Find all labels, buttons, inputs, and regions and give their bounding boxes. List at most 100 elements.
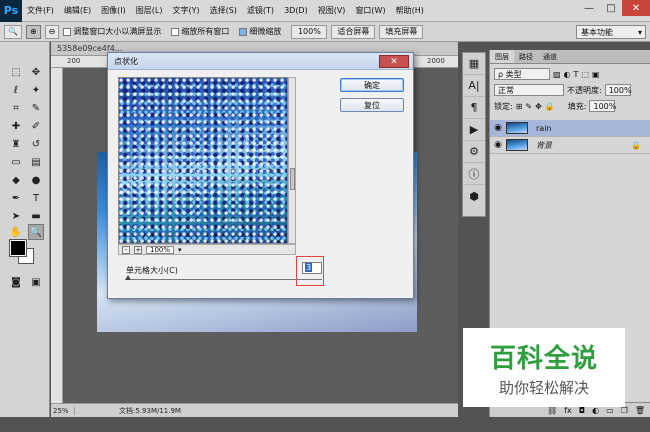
fill-screen-button[interactable]: 填充屏幕 bbox=[379, 24, 424, 39]
collapsed-panels-column: ▦ A| ¶ ▶ ⚙ ⓘ ⬢ bbox=[462, 52, 486, 217]
adjustment-filter-icon[interactable]: ◐ bbox=[564, 70, 571, 79]
eraser-tool-icon[interactable]: ▭ bbox=[8, 154, 24, 170]
search-icon: ρ bbox=[498, 69, 504, 79]
layer-filter-row: ρ 类型 ▨ ◐ T ⬚ ▣ bbox=[490, 66, 650, 82]
history-brush-tool-icon[interactable]: ↺ bbox=[28, 136, 44, 152]
layer-row-background[interactable]: ◉ 背景 🔒 bbox=[490, 137, 650, 154]
zoom-all-checkbox[interactable]: 缩放所有窗口 bbox=[171, 26, 229, 37]
scrollbar-thumb[interactable] bbox=[290, 168, 295, 190]
blend-mode-select[interactable]: 正常 bbox=[494, 84, 564, 96]
zoom-in-icon[interactable]: ⊕ bbox=[25, 24, 41, 39]
workspace-select[interactable]: 基本功能 ▾ bbox=[576, 25, 646, 39]
3d-panel-icon[interactable]: ⬢ bbox=[463, 185, 485, 207]
shape-filter-icon[interactable]: ⬚ bbox=[581, 70, 589, 79]
opacity-input[interactable]: 100% bbox=[604, 84, 632, 96]
watermark-subtitle: 助你轻松解决 bbox=[498, 378, 589, 397]
dialog-close-button[interactable]: ✕ bbox=[379, 55, 409, 68]
paragraph-panel-icon[interactable]: ¶ bbox=[463, 97, 485, 119]
close-window-button[interactable]: ✕ bbox=[622, 0, 650, 16]
watermark-logo: 百科全说 助你轻松解决 bbox=[463, 328, 625, 407]
pen-tool-icon[interactable]: ✒ bbox=[8, 190, 24, 206]
dialog-title-bar[interactable]: 点状化 bbox=[108, 53, 413, 70]
healing-brush-tool-icon[interactable]: ✚ bbox=[8, 118, 24, 134]
gradient-tool-icon[interactable]: ▤ bbox=[28, 154, 44, 170]
move-tool-icon[interactable]: ✥ bbox=[28, 64, 44, 80]
stamp-tool-icon[interactable]: ♜ bbox=[8, 136, 24, 152]
chevron-down-icon[interactable]: ▾ bbox=[178, 246, 182, 254]
fill-input[interactable]: 100% bbox=[589, 100, 616, 112]
menu-type[interactable]: 文字(Y) bbox=[167, 5, 204, 16]
cell-size-slider-track[interactable] bbox=[126, 279, 322, 280]
menu-window[interactable]: 窗口(W) bbox=[350, 5, 390, 16]
menu-filter[interactable]: 滤镜(T) bbox=[242, 5, 279, 16]
blur-tool-icon[interactable]: ◆ bbox=[8, 172, 24, 188]
menu-edit[interactable]: 编辑(E) bbox=[59, 5, 96, 16]
menu-3d[interactable]: 3D(D) bbox=[279, 6, 313, 15]
fit-screen-button[interactable]: 适合屏幕 bbox=[331, 24, 376, 39]
lock-position-icon[interactable]: ✥ bbox=[535, 102, 542, 111]
filter-preview[interactable] bbox=[118, 77, 288, 244]
cell-size-label: 单元格大小(C) bbox=[126, 266, 178, 275]
lock-paint-icon[interactable]: ✎ bbox=[525, 102, 532, 111]
history-panel-icon[interactable]: ▦ bbox=[463, 53, 485, 75]
zoom-100-button[interactable]: 100% bbox=[291, 24, 328, 39]
menu-view[interactable]: 视图(V) bbox=[313, 5, 351, 16]
preview-scrollbar[interactable] bbox=[288, 77, 296, 244]
visibility-eye-icon[interactable]: ◉ bbox=[490, 140, 506, 150]
marquee-tool-icon[interactable]: ⬚ bbox=[8, 64, 24, 80]
ok-button[interactable]: 确定 bbox=[340, 78, 404, 92]
brush-tool-icon[interactable]: ✐ bbox=[28, 118, 44, 134]
tab-paths[interactable]: 路径 bbox=[514, 50, 538, 63]
smart-object-filter-icon[interactable]: ▣ bbox=[592, 70, 600, 79]
magic-wand-tool-icon[interactable]: ✦ bbox=[28, 82, 44, 98]
trash-icon[interactable]: 🗑 bbox=[635, 406, 645, 415]
visibility-eye-icon[interactable]: ◉ bbox=[490, 123, 506, 133]
menu-layer[interactable]: 图层(L) bbox=[131, 5, 168, 16]
opacity-label: 不透明度: bbox=[567, 85, 602, 95]
foreground-color-swatch[interactable] bbox=[9, 239, 27, 257]
eyedropper-tool-icon[interactable]: ✎ bbox=[28, 100, 44, 116]
quick-mask-icon[interactable]: ◙ bbox=[8, 274, 24, 290]
type-tool-icon[interactable]: T bbox=[28, 190, 44, 206]
crop-tool-icon[interactable]: ⌗ bbox=[8, 100, 24, 116]
scrubby-zoom-checkbox[interactable]: 细微缩放 bbox=[239, 26, 281, 37]
type-filter-icon[interactable]: T bbox=[574, 70, 579, 79]
pixel-filter-icon[interactable]: ▨ bbox=[553, 70, 561, 79]
zoom-in-button[interactable]: + bbox=[134, 245, 142, 254]
lasso-tool-icon[interactable]: ℓ bbox=[8, 82, 24, 98]
tab-layers[interactable]: 图层 bbox=[490, 50, 514, 63]
hand-tool-icon[interactable]: ✋ bbox=[8, 224, 24, 240]
zoom-out-icon[interactable]: ⊖ bbox=[44, 24, 60, 39]
document-size-info[interactable]: 文档:5.93M/11.9M bbox=[75, 406, 181, 416]
minimize-button[interactable]: — bbox=[578, 0, 600, 16]
path-selection-tool-icon[interactable]: ➤ bbox=[8, 208, 24, 224]
dodge-tool-icon[interactable]: ● bbox=[28, 172, 44, 188]
cell-size-slider-thumb[interactable] bbox=[125, 275, 131, 280]
menu-file[interactable]: 文件(F) bbox=[22, 5, 59, 16]
zoom-tool-icon[interactable]: 🔍 bbox=[28, 224, 44, 240]
zoom-level[interactable]: 25% bbox=[51, 406, 75, 415]
menu-select[interactable]: 选择(S) bbox=[205, 5, 242, 16]
menu-image[interactable]: 图像(I) bbox=[96, 5, 131, 16]
menu-help[interactable]: 帮助(H) bbox=[391, 5, 429, 16]
lock-pixels-icon[interactable]: ⊞ bbox=[516, 102, 523, 111]
properties-panel-icon[interactable]: ⚙ bbox=[463, 141, 485, 163]
info-panel-icon[interactable]: ⓘ bbox=[463, 163, 485, 185]
fill-label: 填充: bbox=[567, 101, 587, 111]
shape-tool-icon[interactable]: ▬ bbox=[28, 208, 44, 224]
preview-zoom-select[interactable]: 100% bbox=[146, 245, 175, 254]
kind-filter-select[interactable]: ρ 类型 bbox=[494, 68, 550, 80]
zoom-out-button[interactable]: - bbox=[122, 245, 130, 254]
screen-mode-icon[interactable]: ▣ bbox=[28, 274, 44, 290]
actions-panel-icon[interactable]: ▶ bbox=[463, 119, 485, 141]
layer-row-rain[interactable]: ◉ rain bbox=[490, 120, 650, 137]
zoom-tool-preset-icon[interactable]: 🔍 bbox=[4, 24, 22, 39]
character-panel-icon[interactable]: A| bbox=[463, 75, 485, 97]
lock-all-icon[interactable]: 🔒 bbox=[545, 102, 555, 111]
reset-button[interactable]: 复位 bbox=[340, 98, 404, 112]
cell-size-input[interactable]: 3 bbox=[302, 262, 322, 274]
resize-windows-checkbox[interactable]: 调整窗口大小以满屏显示 bbox=[63, 26, 161, 37]
window-controls: — □ ✕ bbox=[578, 0, 650, 18]
maximize-button[interactable]: □ bbox=[600, 0, 622, 16]
tab-channels[interactable]: 通道 bbox=[538, 50, 562, 63]
